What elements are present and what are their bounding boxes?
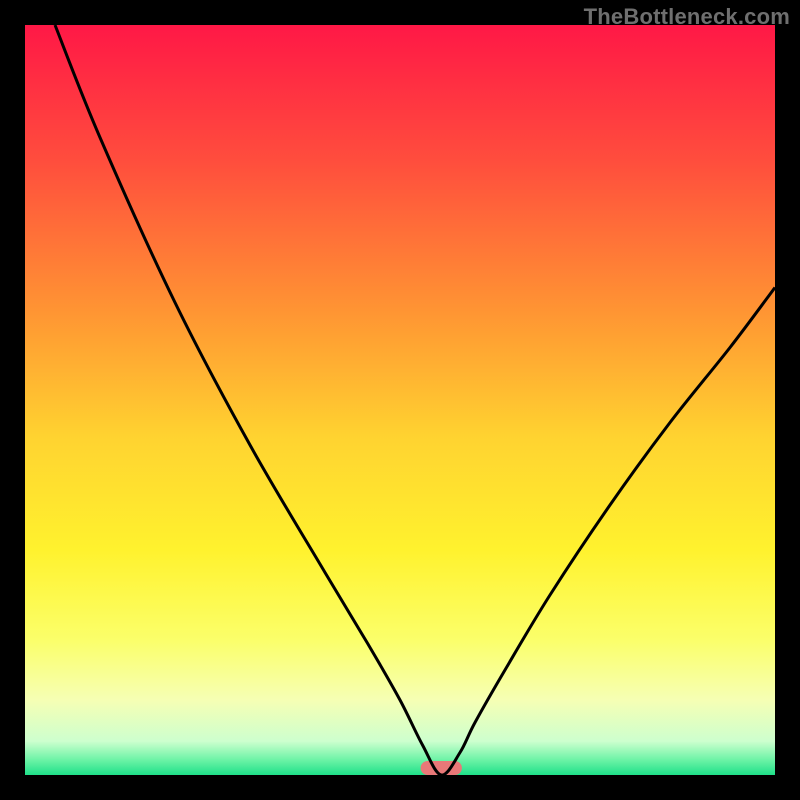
gradient-background (25, 25, 775, 775)
optimal-marker (421, 761, 462, 775)
chart-frame: TheBottleneck.com (0, 0, 800, 800)
bottleneck-plot (25, 25, 775, 775)
